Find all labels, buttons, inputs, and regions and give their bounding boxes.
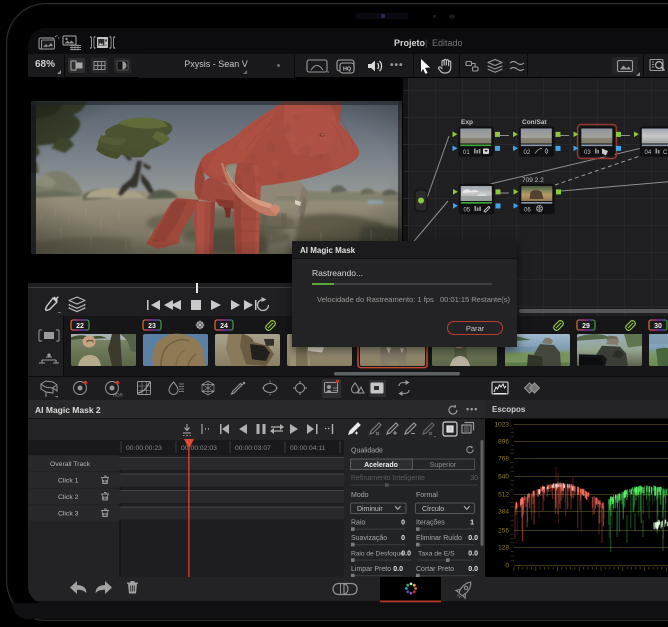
svg-text:00:00:04:11: 00:00:04:11 xyxy=(290,445,326,452)
svg-text:30: 30 xyxy=(654,323,662,330)
svg-text:Modo: Modo xyxy=(351,492,369,499)
svg-text:Círculo: Círculo xyxy=(422,506,444,513)
svg-text:Click 3: Click 3 xyxy=(58,511,79,518)
svg-text:Exp: Exp xyxy=(461,119,473,126)
svg-text:Click 1: Click 1 xyxy=(58,478,79,485)
svg-text:Qualidade: Qualidade xyxy=(351,448,383,455)
svg-text:384: 384 xyxy=(498,509,509,516)
svg-text:22: 22 xyxy=(76,323,84,330)
svg-text:0.0: 0.0 xyxy=(468,535,478,542)
svg-text:Raio: Raio xyxy=(351,520,366,527)
svg-text:00:00:03:07: 00:00:03:07 xyxy=(235,445,271,452)
svg-text:1: 1 xyxy=(470,520,474,527)
svg-text:01: 01 xyxy=(463,150,470,156)
svg-text:HDR: HDR xyxy=(113,393,123,398)
svg-text:Cortar Preto: Cortar Preto xyxy=(416,566,454,573)
svg-text:Eliminar Ruído: Eliminar Ruído xyxy=(416,535,462,542)
svg-text:05: 05 xyxy=(464,208,471,214)
svg-text:0: 0 xyxy=(401,520,405,527)
svg-text:Diminuir: Diminuir xyxy=(357,506,383,513)
svg-text:Raio de Desfoque: Raio de Desfoque xyxy=(351,551,404,558)
svg-text:29: 29 xyxy=(582,323,590,330)
svg-text:709 2.2: 709 2.2 xyxy=(522,177,544,184)
svg-text:512: 512 xyxy=(498,492,509,499)
svg-text:Con/Sat: Con/Sat xyxy=(522,119,547,126)
svg-text:896: 896 xyxy=(498,439,509,446)
svg-text:Overall Track: Overall Track xyxy=(50,461,91,468)
svg-text:0.0: 0.0 xyxy=(393,566,403,573)
svg-text:Limpar Preto: Limpar Preto xyxy=(351,566,391,573)
svg-text:30: 30 xyxy=(470,475,478,482)
svg-text:256: 256 xyxy=(498,528,509,535)
svg-text:768: 768 xyxy=(498,456,509,463)
svg-text:Formal: Formal xyxy=(416,492,438,499)
svg-text:Click 2: Click 2 xyxy=(58,494,79,501)
svg-text:Suavização: Suavização xyxy=(351,535,387,542)
svg-text:0: 0 xyxy=(505,563,509,570)
svg-text:00:00:00:23: 00:00:00:23 xyxy=(126,445,162,452)
svg-text:C: C xyxy=(663,150,668,156)
svg-text:0: 0 xyxy=(401,535,405,542)
svg-text:00:00:02:03: 00:00:02:03 xyxy=(181,445,217,452)
svg-text:1023: 1023 xyxy=(495,422,510,429)
svg-text:0.0: 0.0 xyxy=(468,566,478,573)
svg-text:Iterações: Iterações xyxy=(416,520,445,527)
svg-text:640: 640 xyxy=(498,474,509,481)
svg-text:02: 02 xyxy=(524,150,531,156)
svg-text:24: 24 xyxy=(220,323,228,330)
svg-text:Superior: Superior xyxy=(430,462,457,469)
svg-text:06: 06 xyxy=(524,208,531,214)
svg-text:HQ: HQ xyxy=(343,67,351,73)
svg-text:0.0: 0.0 xyxy=(401,551,411,558)
svg-text:04: 04 xyxy=(645,150,652,156)
svg-text:Refinamento Inteligente: Refinamento Inteligente xyxy=(351,475,425,482)
svg-text:23: 23 xyxy=(148,323,156,330)
svg-text:Taxa de E/S: Taxa de E/S xyxy=(418,551,455,558)
svg-text:0.0: 0.0 xyxy=(468,551,478,558)
svg-text:Acelerado: Acelerado xyxy=(364,462,398,469)
svg-text:03: 03 xyxy=(584,150,591,156)
svg-text:128: 128 xyxy=(498,545,509,552)
